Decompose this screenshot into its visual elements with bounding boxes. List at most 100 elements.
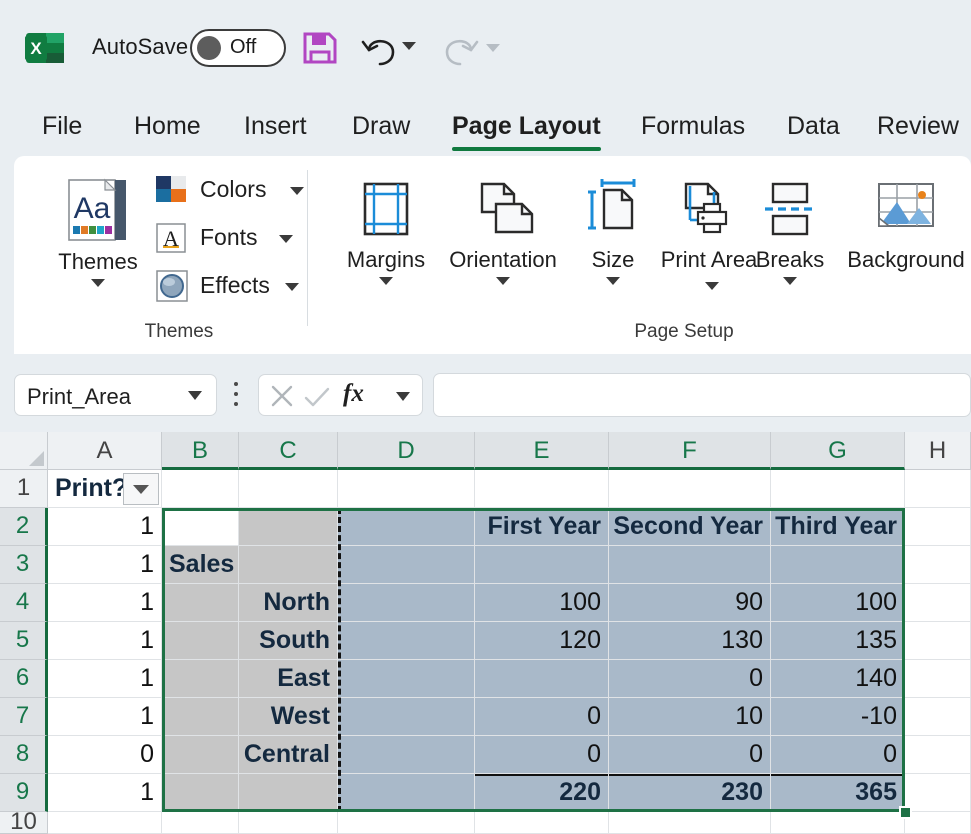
fill-handle[interactable] [899, 806, 912, 819]
autosave-toggle[interactable]: Off [190, 29, 286, 67]
select-all-corner[interactable] [0, 432, 48, 470]
grid-cell-E8[interactable]: 0 [475, 736, 609, 774]
grid-cell-E5[interactable]: 120 [475, 622, 609, 660]
grid-cell-F3[interactable] [609, 546, 771, 584]
grid-cell-C2[interactable] [239, 508, 338, 546]
orientation-button[interactable]: Orientation [440, 178, 566, 285]
grid-cell[interactable] [162, 812, 239, 834]
formula-input[interactable] [433, 373, 971, 417]
name-box[interactable]: Print_Area [14, 374, 217, 416]
row-header-9[interactable]: 9 [0, 774, 48, 812]
row-header-5[interactable]: 5 [0, 622, 48, 660]
grid-cell-F8[interactable]: 0 [609, 736, 771, 774]
breaks-chevron-down-icon[interactable] [783, 276, 797, 285]
grid-cell-F7[interactable]: 10 [609, 698, 771, 736]
grid-cell[interactable] [905, 698, 971, 736]
grid-cell-E9[interactable]: 220 [475, 774, 609, 812]
grid-cell-D6[interactable] [338, 660, 475, 698]
grid-cell-E6[interactable] [475, 660, 609, 698]
column-header-B[interactable]: B [162, 432, 239, 470]
grid-cell-A5[interactable]: 1 [48, 622, 162, 660]
themes-button[interactable]: Aa Themes [38, 176, 158, 287]
name-box-chevron-down-icon[interactable] [188, 391, 202, 400]
grid-cell[interactable] [905, 584, 971, 622]
grid-cell-E3[interactable] [475, 546, 609, 584]
grid-cell-G8[interactable]: 0 [771, 736, 905, 774]
grid-cell-C9[interactable] [239, 774, 338, 812]
ribbon-tab-page-layout[interactable]: Page Layout [448, 110, 605, 151]
grid-cell-D3[interactable] [338, 546, 475, 584]
colors-chevron-down-icon[interactable] [290, 187, 304, 195]
colors-button[interactable]: Colors [154, 170, 304, 214]
row-header-4[interactable]: 4 [0, 584, 48, 622]
grid-cell[interactable] [905, 546, 971, 584]
grid-cell-G6[interactable]: 140 [771, 660, 905, 698]
background-button[interactable]: Background [826, 178, 971, 273]
grid-cell-B8[interactable] [162, 736, 239, 774]
grid-cell[interactable] [475, 812, 609, 834]
grid-cell-D5[interactable] [338, 622, 475, 660]
column-header-H[interactable]: H [905, 432, 971, 470]
row-header-7[interactable]: 7 [0, 698, 48, 736]
grid-cell-A8[interactable]: 0 [48, 736, 162, 774]
grid-cell[interactable] [475, 470, 609, 508]
grid-cell[interactable] [905, 812, 971, 834]
grid-cell[interactable] [48, 812, 162, 834]
grid-cell-C4[interactable]: North [239, 584, 338, 622]
size-button[interactable]: Size [570, 178, 656, 285]
grid-cell-G7[interactable]: -10 [771, 698, 905, 736]
grid-cell[interactable] [905, 774, 971, 812]
grid-cell[interactable] [239, 470, 338, 508]
margins-button[interactable]: Margins [330, 178, 442, 285]
grid-cell-D4[interactable] [338, 584, 475, 622]
grid-cell-C5[interactable]: South [239, 622, 338, 660]
grid-cell[interactable] [771, 470, 905, 508]
grid-cell-A3[interactable]: 1 [48, 546, 162, 584]
grid-cell-C6[interactable]: East [239, 660, 338, 698]
grid-cell-C7[interactable]: West [239, 698, 338, 736]
fonts-button[interactable]: A Fonts [154, 218, 294, 262]
filter-dropdown-button-A1[interactable] [123, 473, 159, 505]
grid-cell-A9[interactable]: 1 [48, 774, 162, 812]
column-header-F[interactable]: F [609, 432, 771, 470]
grid-cell[interactable] [905, 660, 971, 698]
row-header-8[interactable]: 8 [0, 736, 48, 774]
column-header-C[interactable]: C [239, 432, 338, 470]
grid-cell[interactable] [338, 812, 475, 834]
themes-chevron-down-icon[interactable] [91, 278, 105, 287]
row-header-6[interactable]: 6 [0, 660, 48, 698]
grid-cell-A6[interactable]: 1 [48, 660, 162, 698]
grid-cell[interactable] [905, 622, 971, 660]
grid-cell-B6[interactable] [162, 660, 239, 698]
ribbon-tab-file[interactable]: File [38, 110, 86, 143]
ribbon-tab-data[interactable]: Data [783, 110, 844, 143]
fonts-chevron-down-icon[interactable] [279, 235, 293, 243]
grid-cell[interactable] [771, 812, 905, 834]
grid-cell[interactable] [905, 736, 971, 774]
grid-cell-G2[interactable]: Third Year [771, 508, 905, 546]
grid-cell-C8[interactable]: Central [239, 736, 338, 774]
grid-cell-F5[interactable]: 130 [609, 622, 771, 660]
grid-cell-G3[interactable] [771, 546, 905, 584]
grid-cell-E4[interactable]: 100 [475, 584, 609, 622]
grid-cell-E7[interactable]: 0 [475, 698, 609, 736]
grid-cell-A7[interactable]: 1 [48, 698, 162, 736]
ribbon-tab-insert[interactable]: Insert [240, 110, 311, 143]
orientation-chevron-down-icon[interactable] [496, 276, 510, 285]
column-header-A[interactable]: A [48, 432, 162, 470]
ribbon-tab-home[interactable]: Home [130, 110, 205, 143]
grid-cell[interactable] [905, 470, 971, 508]
insert-function-fx-icon[interactable]: fx [343, 380, 364, 408]
row-header-2[interactable]: 2 [0, 508, 48, 546]
ribbon-tab-draw[interactable]: Draw [348, 110, 414, 143]
grid-cell-D8[interactable] [338, 736, 475, 774]
grid-cell-F2[interactable]: Second Year [609, 508, 771, 546]
grid-cell-A2[interactable]: 1 [48, 508, 162, 546]
breaks-button[interactable]: Breaks [747, 178, 833, 285]
grid-cell-A4[interactable]: 1 [48, 584, 162, 622]
grid-cell-B4[interactable] [162, 584, 239, 622]
grid-cell-G5[interactable]: 135 [771, 622, 905, 660]
grid-cell-B9[interactable] [162, 774, 239, 812]
row-header-1[interactable]: 1 [0, 470, 48, 508]
grid-cell-F6[interactable]: 0 [609, 660, 771, 698]
